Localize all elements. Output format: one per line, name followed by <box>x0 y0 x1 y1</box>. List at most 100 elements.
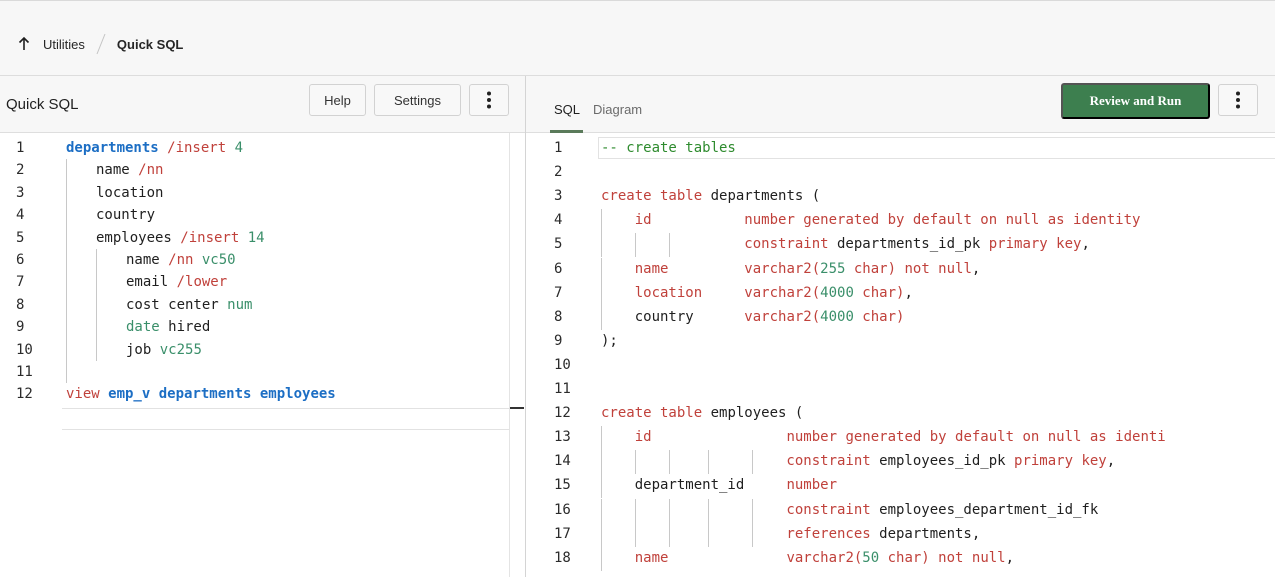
code-line[interactable]: 11 <box>0 361 510 384</box>
sql-token: references <box>601 525 871 542</box>
line-number: 14 <box>554 453 571 470</box>
code-text: name /nn <box>96 159 163 181</box>
line-number: 2 <box>554 164 563 181</box>
sql-line[interactable]: 7 location varchar2(4000 char), <box>526 281 1275 306</box>
quick-sql-panel: Quick SQL Help Settings 1 departments /in… <box>0 76 525 577</box>
sql-text: id number generated by default on null a… <box>601 209 1141 231</box>
sql-token: , <box>971 260 981 277</box>
sql-text: country varchar2(4000 char) <box>601 306 905 328</box>
sql-text: id number generated by default on null a… <box>601 426 1166 448</box>
sql-token: varchar2( <box>744 260 821 277</box>
code-token: /lower <box>168 274 228 291</box>
sql-token: department_id <box>601 477 787 494</box>
line-number: 10 <box>554 356 571 373</box>
sql-token: varchar2( <box>744 308 821 325</box>
code-text: cost center num <box>126 294 252 316</box>
line-number: 8 <box>16 296 25 313</box>
code-text: date hired <box>126 316 210 338</box>
line-number: 16 <box>554 501 571 518</box>
tab-diagram[interactable]: Diagram <box>593 102 642 117</box>
code-token: hired <box>159 319 211 336</box>
settings-button[interactable]: Settings <box>374 84 461 116</box>
code-token: date <box>126 319 160 336</box>
code-text: departments /insert 4 <box>66 137 243 159</box>
line-number: 18 <box>554 549 571 566</box>
review-and-run-button[interactable]: Review and Run <box>1061 83 1210 119</box>
sql-text: -- create tables <box>601 137 736 159</box>
code-line[interactable]: 5 employees /insert 14 <box>0 226 510 249</box>
breadcrumb-utilities[interactable]: Utilities <box>43 37 85 52</box>
tab-sql[interactable]: SQL <box>554 102 580 117</box>
code-line[interactable]: 1 departments /insert 4 <box>0 137 510 159</box>
code-line[interactable]: 4 country <box>0 204 510 227</box>
indent-guide <box>66 159 67 182</box>
sql-line[interactable]: 5 constraint departments_id_pk primary k… <box>526 233 1275 258</box>
sql-line[interactable]: 4 id number generated by default on null… <box>526 209 1275 234</box>
line-number: 1 <box>554 140 563 156</box>
sql-token: constraint <box>601 236 829 253</box>
sql-line[interactable]: 9); <box>526 330 1275 352</box>
sql-token: departments ( <box>702 188 821 205</box>
sql-text: ); <box>601 330 618 352</box>
indent-guide <box>66 316 67 339</box>
code-token: vc50 <box>193 252 236 268</box>
sql-line[interactable]: 12 create table employees ( <box>526 402 1275 424</box>
indent-guide <box>96 293 97 317</box>
sql-output-panel: SQL Diagram Review and Run 1 -- create ta… <box>525 76 1275 577</box>
code-token: 14 <box>239 229 265 246</box>
sql-line[interactable]: 15 department_id number <box>526 474 1275 499</box>
sql-token: char) <box>853 308 905 325</box>
quick-sql-editor[interactable]: 1 departments /insert 4 2 name /nn 3 location… <box>0 137 510 577</box>
sql-line[interactable]: 18 name varchar2(50 char) not null, <box>526 546 1275 571</box>
code-line[interactable]: 9 date hired <box>0 316 510 339</box>
sql-text: department_id number <box>601 474 837 496</box>
code-token: country <box>96 207 156 224</box>
sql-output-editor[interactable]: 1 -- create tables 2 3 create table departme… <box>526 137 1275 577</box>
sql-text: create table employees ( <box>601 402 803 424</box>
sql-line[interactable]: 1 -- create tables <box>526 137 1275 159</box>
arrow-up-icon[interactable] <box>18 36 30 52</box>
more-actions-button-right[interactable] <box>1218 84 1258 116</box>
sql-token: employees_department_id_fk <box>870 501 1099 518</box>
sql-line[interactable]: 8 country varchar2(4000 char) <box>526 305 1275 330</box>
editor-scrollbar[interactable] <box>509 133 525 577</box>
code-line[interactable]: 2 name /nn <box>0 159 510 182</box>
sql-token: 255 <box>820 260 846 277</box>
line-number: 11 <box>16 364 33 380</box>
line-number: 3 <box>554 188 563 205</box>
code-line[interactable]: 12 view emp_v departments employees <box>0 383 510 405</box>
sql-token: number <box>786 477 838 494</box>
code-line[interactable]: 7 email /lower <box>0 271 510 294</box>
code-line[interactable]: 3 location <box>0 181 510 205</box>
code-line[interactable]: 8 cost center num <box>0 293 510 317</box>
sql-line[interactable]: 16 constraint employees_department_id_fk <box>526 498 1275 523</box>
sql-line[interactable]: 14 constraint employees_id_pk primary ke… <box>526 450 1275 475</box>
sql-line[interactable]: 10 <box>526 354 1275 376</box>
sql-text: location varchar2(4000 char), <box>601 282 913 304</box>
sql-text: constraint employees_department_id_fk <box>601 499 1098 521</box>
sql-line[interactable]: 13 id number generated by default on nul… <box>526 426 1275 451</box>
code-token: name <box>96 162 130 179</box>
sql-line[interactable]: 3 create table departments ( <box>526 185 1275 207</box>
indent-guide <box>66 226 67 249</box>
sql-token: id <box>601 212 652 229</box>
sql-line[interactable]: 6 name varchar2(255 char) not null, <box>526 257 1275 282</box>
sql-token: , <box>904 284 913 301</box>
sql-line[interactable]: 2 <box>526 161 1275 183</box>
code-line[interactable]: 10 job vc255 <box>0 338 510 361</box>
code-token: 4 <box>226 140 244 156</box>
sql-line[interactable]: 11 <box>526 378 1275 400</box>
code-line[interactable]: 6 name /nn vc50 <box>0 249 510 272</box>
sql-text: name varchar2(255 char) not null, <box>601 258 981 280</box>
line-number: 13 <box>554 429 571 446</box>
sql-token: create table <box>601 405 703 422</box>
sql-token: 4000 <box>820 308 854 325</box>
sql-text: constraint departments_id_pk primary key… <box>601 233 1090 255</box>
code-token: job <box>126 341 152 358</box>
scrollbar-thumb[interactable] <box>510 407 524 409</box>
help-button[interactable]: Help <box>309 84 366 116</box>
indent-guide <box>96 316 97 339</box>
more-actions-button[interactable] <box>469 84 509 116</box>
line-number: 4 <box>554 212 563 229</box>
sql-line[interactable]: 17 references departments, <box>526 522 1275 547</box>
